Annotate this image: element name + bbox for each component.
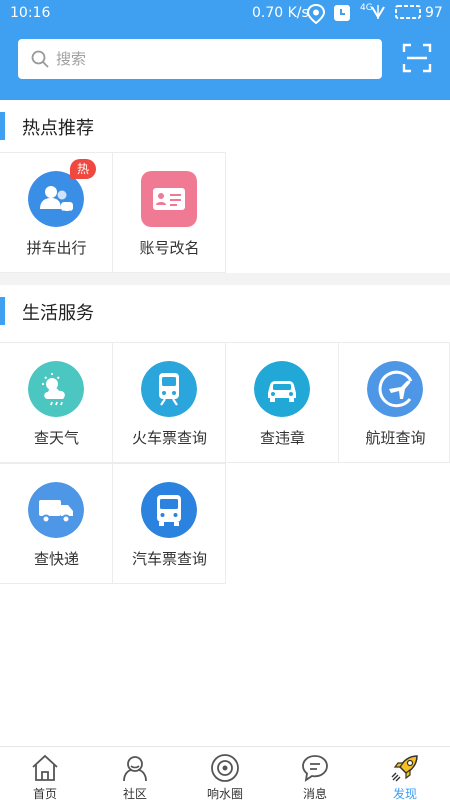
battery-icon — [395, 5, 421, 19]
service-weather[interactable]: 查天气 — [0, 342, 113, 463]
nav-circle[interactable]: 响水圈 — [180, 747, 270, 800]
section-divider — [0, 273, 450, 285]
service-label: 火车票查询 — [131, 429, 207, 447]
home-icon — [32, 754, 58, 781]
nav-home[interactable]: 首页 — [0, 747, 90, 800]
service-carpool[interactable]: 热 拼车出行 — [0, 152, 113, 273]
hot-badge: 热 — [70, 159, 97, 179]
service-traffic-violation[interactable]: 查违章 — [226, 342, 339, 463]
service-flight[interactable]: 航班查询 — [339, 342, 450, 463]
service-label: 汽车票查询 — [131, 550, 207, 568]
nav-community[interactable]: 社区 — [90, 747, 180, 800]
train-icon — [141, 361, 197, 417]
service-train-ticket[interactable]: 火车票查询 — [113, 342, 226, 463]
search-icon — [31, 50, 49, 68]
bottom-nav: 首页 社区 响水圈 消息 发现 — [0, 746, 450, 800]
service-label: 查快递 — [33, 550, 79, 568]
nav-message[interactable]: 消息 — [270, 747, 360, 800]
community-icon — [123, 756, 147, 782]
status-time: 10:16 — [10, 5, 51, 21]
section-title: 生活服务 — [22, 303, 94, 324]
circle-icon — [211, 754, 239, 782]
nav-label: 响水圈 — [206, 787, 243, 800]
status-bar: 10:16 0.70 K/s 4G 97 — [0, 0, 450, 28]
section-accent-bar — [0, 112, 5, 140]
weather-icon — [28, 361, 84, 417]
scan-icon[interactable] — [402, 43, 432, 73]
section-title: 热点推荐 — [22, 118, 94, 139]
search-bar[interactable] — [18, 39, 382, 79]
hot-section-header: 热点推荐 — [0, 100, 450, 152]
nav-label: 社区 — [122, 787, 147, 800]
rocket-icon — [391, 755, 418, 782]
nav-discover[interactable]: 发现 — [360, 747, 450, 800]
nav-label: 发现 — [392, 787, 417, 800]
bus-icon — [141, 482, 197, 538]
signal-icon — [371, 5, 385, 19]
nav-label: 消息 — [302, 787, 327, 800]
car-icon — [254, 361, 310, 417]
life-grid: 查天气 火车票查询 查违章 航班查询 查快递 汽车票查询 — [0, 342, 450, 584]
service-rename-account[interactable]: 账号改名 — [113, 152, 226, 273]
service-label: 查违章 — [259, 429, 305, 447]
location-icon — [306, 3, 326, 25]
id-card-icon — [141, 171, 197, 227]
clock-icon — [334, 5, 350, 21]
life-section-header: 生活服务 — [0, 285, 450, 337]
service-label: 查天气 — [33, 429, 79, 447]
search-input[interactable] — [56, 39, 366, 79]
section-accent-bar — [0, 297, 5, 325]
service-bus-ticket[interactable]: 汽车票查询 — [113, 463, 226, 584]
header: 10:16 0.70 K/s 4G 97 — [0, 0, 450, 100]
battery-level: 97 — [425, 5, 443, 21]
network-speed: 0.70 K/s — [252, 5, 309, 21]
hot-grid: 热 拼车出行 账号改名 — [0, 152, 450, 273]
message-icon — [302, 755, 328, 782]
carpool-people-icon — [28, 171, 84, 227]
airplane-icon — [367, 361, 423, 417]
delivery-truck-icon — [28, 482, 84, 538]
service-express[interactable]: 查快递 — [0, 463, 113, 584]
service-label: 账号改名 — [139, 239, 200, 257]
nav-label: 首页 — [32, 787, 57, 800]
service-label: 航班查询 — [365, 429, 426, 447]
service-label: 拼车出行 — [26, 239, 87, 257]
